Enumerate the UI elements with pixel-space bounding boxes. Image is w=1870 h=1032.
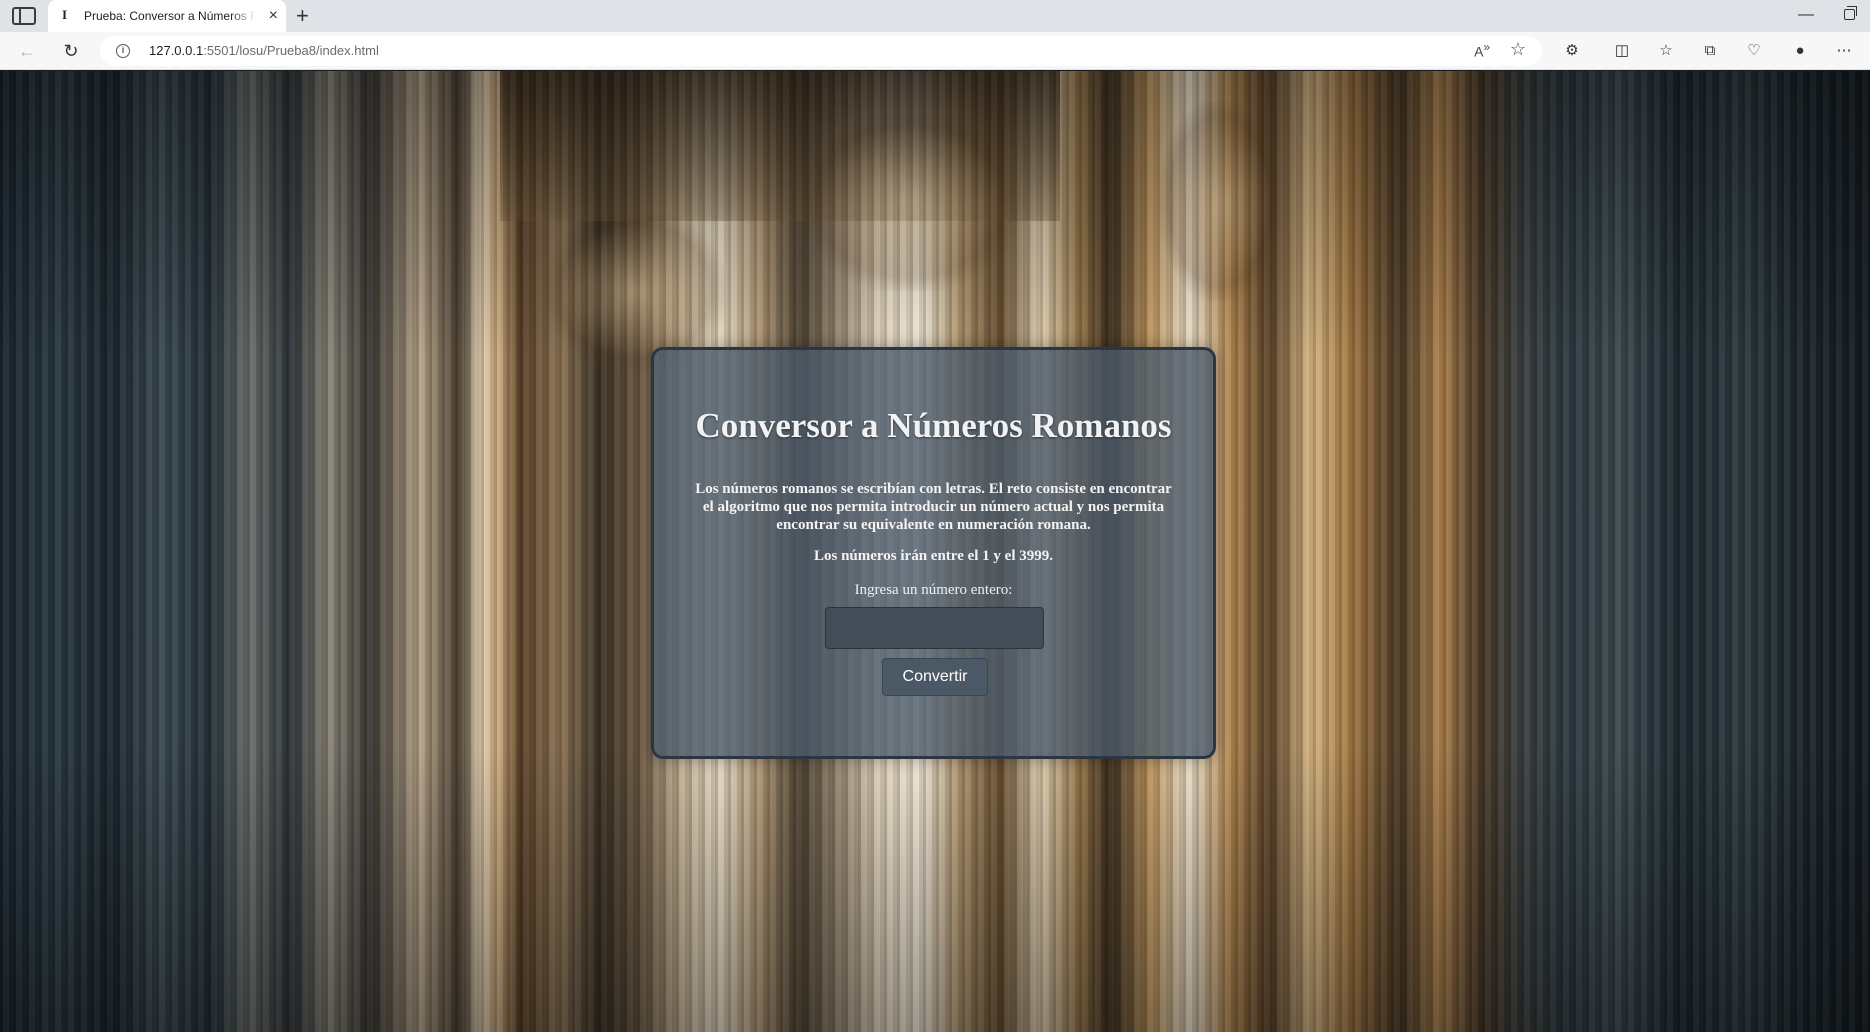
favorites-icon[interactable]: ☆ [1655,40,1677,62]
collections-icon[interactable]: ⧉ [1699,40,1721,62]
back-icon[interactable]: ← [14,38,40,64]
url-path: :5501/losu/Prueba8/index.html [203,43,379,58]
browser-toolbar: ← ↻ i 127.0.0.1:5501/losu/Prueba8/index.… [0,32,1870,70]
converter-card: Conversor a Números Romanos Los números … [651,347,1216,759]
address-bar[interactable]: i 127.0.0.1:5501/losu/Prueba8/index.html… [100,36,1542,66]
url-host: 127.0.0.1 [149,43,204,58]
number-input[interactable] [825,607,1044,649]
tab-title: Prueba: Conversor a Números Romanos [84,9,256,23]
plus-icon[interactable]: + [296,3,309,29]
sidebar-icon[interactable] [12,7,36,25]
browser-essentials-icon[interactable]: ♡ [1743,40,1765,62]
page-title: Conversor a Números Romanos [695,406,1172,445]
tab-active[interactable]: I Prueba: Conversor a Números Romanos × [48,0,286,32]
close-icon[interactable]: × [269,6,278,26]
range-note: Los números irán entre el 1 y el 3999. [813,548,1053,564]
read-aloud-icon[interactable]: A» [1474,41,1490,60]
reload-icon[interactable]: ↻ [58,38,84,64]
split-screen-icon[interactable]: ◫ [1611,40,1633,62]
favicon: I [62,7,68,22]
minimize-icon[interactable]: — [1798,6,1814,24]
more-icon[interactable]: ⋯ [1833,40,1855,62]
page-viewport: Conversor a Números Romanos Los números … [0,71,1870,1032]
url-text[interactable]: 127.0.0.1:5501/losu/Prueba8/index.html [149,43,379,58]
star-icon[interactable]: ☆ [1510,39,1526,60]
number-input-label: Ingresa un número entero: [854,582,1013,598]
tab-strip: I Prueba: Conversor a Números Romanos × … [0,0,1870,32]
restore-icon[interactable] [1844,6,1857,20]
profile-icon[interactable]: ● [1789,40,1811,62]
info-icon[interactable]: i [116,44,130,58]
convert-button[interactable]: Convertir [882,658,988,696]
description-text: Los números romanos se escribían con let… [695,481,1172,533]
extensions-icon[interactable]: ⚙ [1561,40,1583,62]
